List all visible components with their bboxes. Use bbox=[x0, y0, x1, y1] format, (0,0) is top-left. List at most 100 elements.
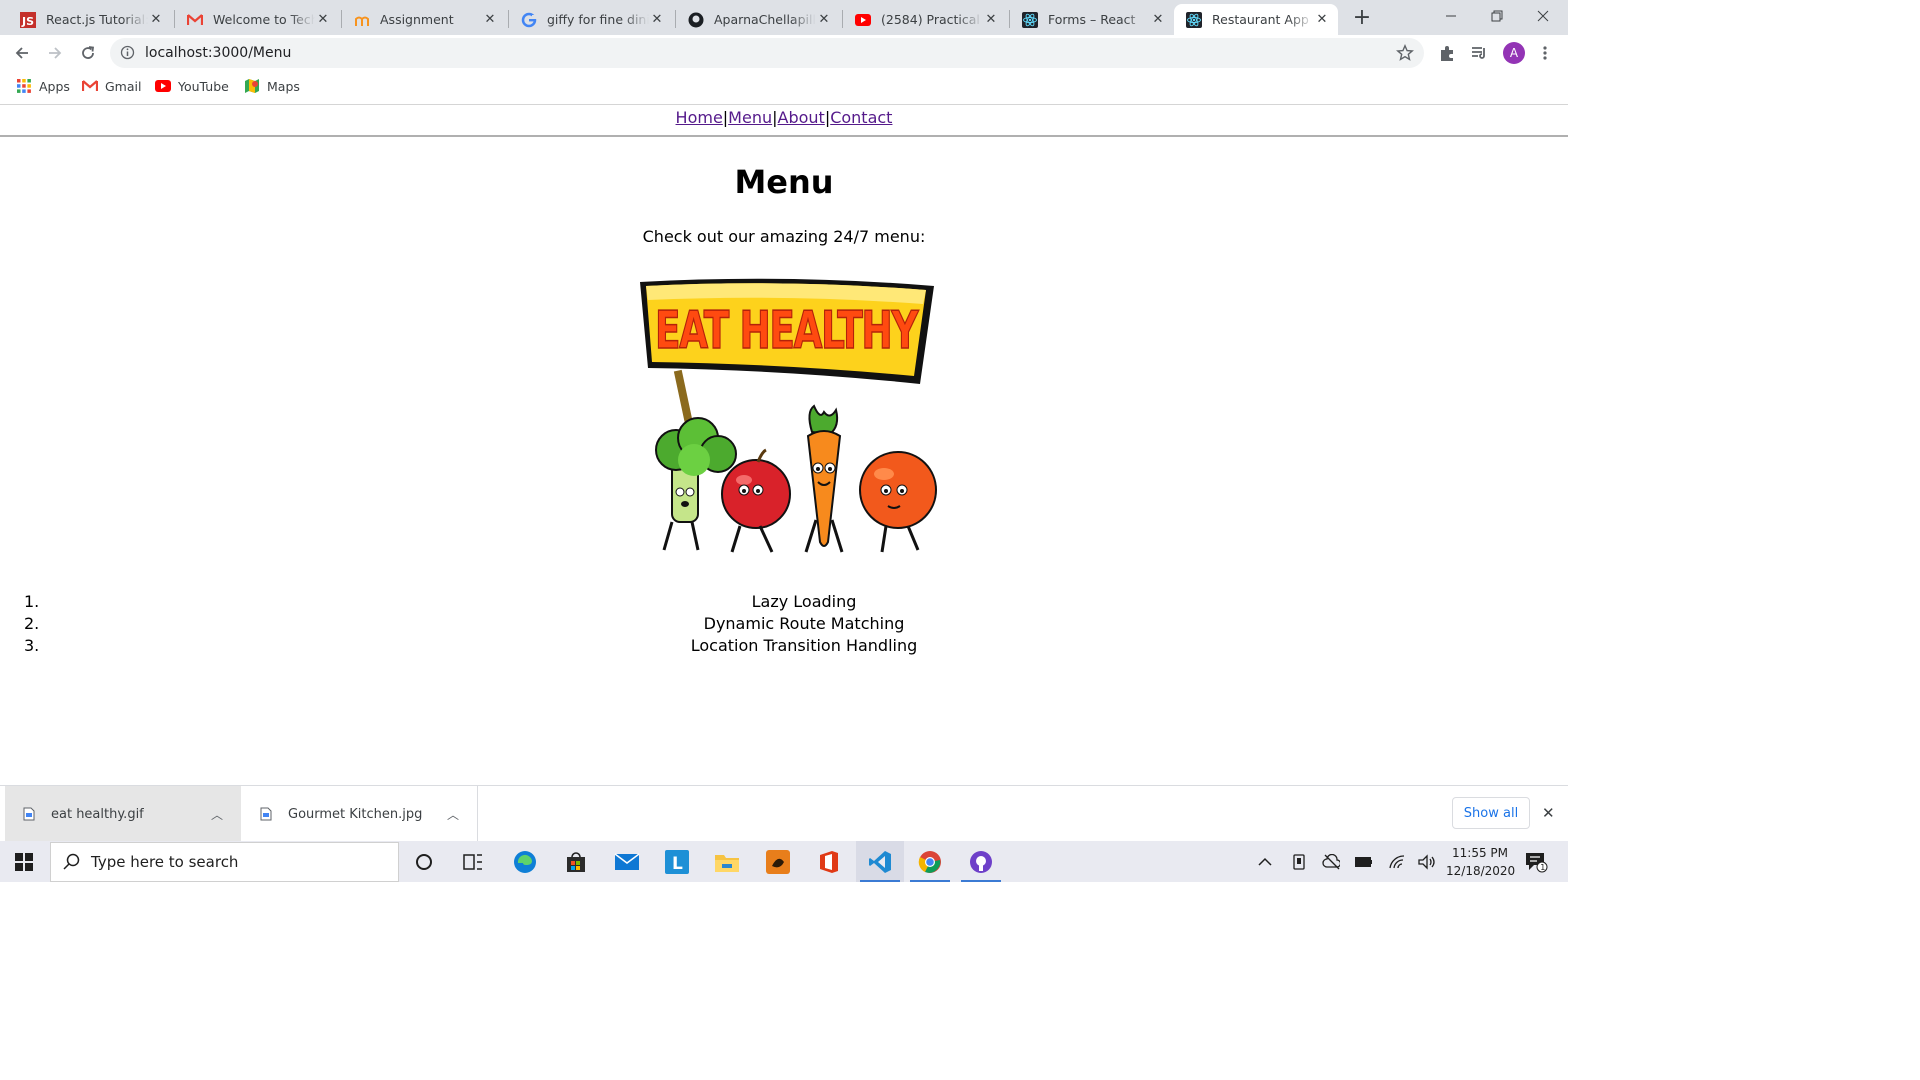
tab-title: giffy for fine dining bbox=[547, 12, 649, 27]
taskbar-search-box[interactable]: Type here to search bbox=[50, 842, 399, 882]
wifi-icon[interactable] bbox=[1388, 853, 1406, 871]
download-filename: eat healthy.gif bbox=[51, 806, 144, 822]
close-icon[interactable]: ✕ bbox=[1150, 12, 1166, 27]
close-icon[interactable]: ✕ bbox=[1314, 12, 1330, 27]
action-center-button[interactable]: 1 bbox=[1524, 851, 1548, 877]
tab-youtube[interactable]: (2584) Practical Re ✕ bbox=[843, 4, 1007, 35]
tab-title: Assignment bbox=[380, 12, 454, 27]
close-icon[interactable]: ✕ bbox=[816, 12, 832, 27]
downloads-bar: eat healthy.gif ︿ Gourmet Kitchen.jpg ︿ … bbox=[0, 785, 1568, 842]
bookmark-apps[interactable]: Apps bbox=[16, 78, 70, 94]
taskbar-app-orange[interactable] bbox=[754, 841, 802, 882]
show-hidden-icons-chevron-up-icon[interactable] bbox=[1256, 853, 1274, 871]
download-item[interactable]: Gourmet Kitchen.jpg ︿ bbox=[242, 786, 478, 842]
device-tray-icon[interactable] bbox=[1290, 853, 1308, 871]
chevron-up-icon[interactable]: ︿ bbox=[447, 806, 459, 823]
close-icon[interactable]: ✕ bbox=[482, 12, 498, 27]
taskbar-office[interactable] bbox=[805, 841, 853, 882]
new-tab-button[interactable]: + bbox=[1350, 7, 1374, 31]
search-icon bbox=[63, 853, 80, 870]
mail-icon bbox=[614, 852, 640, 870]
taskbar-chrome[interactable] bbox=[906, 841, 954, 882]
taskbar-clock[interactable]: 11:55 PM 12/18/2020 bbox=[1446, 844, 1515, 880]
orange-character bbox=[859, 451, 937, 553]
tab-assignment[interactable]: Assignment ✕ bbox=[342, 4, 506, 35]
cloud-offline-icon[interactable] bbox=[1322, 853, 1340, 871]
tab-title: Welcome to Tech Tr bbox=[213, 12, 315, 27]
close-icon[interactable]: ✕ bbox=[1542, 804, 1555, 822]
bookmark-maps[interactable]: Maps bbox=[244, 78, 300, 94]
extensions-puzzle-icon[interactable] bbox=[1437, 43, 1457, 63]
reload-icon bbox=[82, 46, 95, 59]
forward-button[interactable] bbox=[42, 40, 68, 66]
file-icon bbox=[23, 807, 35, 821]
list-item-number: 1. bbox=[24, 592, 40, 611]
close-icon[interactable]: ✕ bbox=[983, 12, 999, 27]
bookmarks-bar: Apps Gmail YouTube Maps bbox=[0, 71, 1568, 105]
star-icon[interactable] bbox=[1396, 44, 1414, 66]
restore-button[interactable] bbox=[1474, 0, 1520, 32]
reload-button[interactable] bbox=[75, 40, 101, 66]
taskbar-github-desktop[interactable] bbox=[957, 841, 1005, 882]
more-menu-icon[interactable] bbox=[1535, 43, 1555, 63]
nav-link-home[interactable]: Home bbox=[676, 108, 723, 127]
windows-logo-icon bbox=[15, 852, 33, 871]
battery-icon[interactable] bbox=[1354, 853, 1372, 871]
taskbar-edge[interactable] bbox=[501, 841, 549, 882]
list-item-number: 3. bbox=[24, 636, 40, 655]
notification-count: 1 bbox=[1540, 863, 1545, 872]
download-filename: Gourmet Kitchen.jpg bbox=[288, 806, 423, 822]
download-item[interactable]: eat healthy.gif ︿ bbox=[5, 786, 241, 842]
back-button[interactable] bbox=[9, 40, 35, 66]
taskbar-mail[interactable] bbox=[603, 841, 651, 882]
vscode-icon bbox=[869, 850, 891, 873]
notification-icon: 1 bbox=[1526, 853, 1548, 873]
bookmark-gmail[interactable]: Gmail bbox=[82, 78, 141, 94]
tab-strip: JS React.js Tutorial: The ✕ Welcome to T… bbox=[0, 0, 1568, 35]
list-item-number: 2. bbox=[24, 614, 40, 633]
tab-giffy[interactable]: giffy for fine dining ✕ bbox=[509, 4, 673, 35]
edge-icon bbox=[514, 850, 536, 873]
browser-toolbar: localhost:3000/Menu bbox=[0, 35, 1568, 71]
orange-app-icon bbox=[766, 849, 790, 874]
taskbar-app-l[interactable]: L bbox=[653, 841, 701, 882]
youtube-icon bbox=[855, 12, 871, 28]
minimize-button[interactable] bbox=[1428, 0, 1474, 32]
tab-forms-react[interactable]: Forms – React ✕ bbox=[1010, 4, 1174, 35]
nav-link-about[interactable]: About bbox=[778, 108, 825, 127]
media-queue-icon[interactable] bbox=[1469, 43, 1489, 63]
close-icon[interactable]: ✕ bbox=[649, 12, 665, 27]
tab-react-tutorial[interactable]: JS React.js Tutorial: The ✕ bbox=[8, 4, 172, 35]
task-view-button[interactable] bbox=[449, 841, 497, 882]
windows-start-button[interactable] bbox=[0, 841, 48, 882]
maps-icon bbox=[244, 78, 260, 94]
close-window-button[interactable] bbox=[1520, 0, 1566, 32]
profile-avatar[interactable]: A bbox=[1503, 42, 1525, 64]
windows-taskbar: Type here to search L 11:55 PM 12/18/202… bbox=[0, 841, 1568, 882]
info-icon[interactable] bbox=[120, 45, 135, 64]
bookmark-label: Maps bbox=[267, 78, 300, 94]
page-viewport: Home|Menu|About|Contact Menu Check out o… bbox=[0, 105, 1568, 785]
google-icon bbox=[521, 12, 537, 28]
tab-restaurant-app[interactable]: Restaurant App ✕ bbox=[1174, 4, 1338, 35]
list-item: 1. Lazy Loading bbox=[0, 591, 1568, 613]
address-bar[interactable]: localhost:3000/Menu bbox=[110, 38, 1424, 68]
volume-icon[interactable] bbox=[1418, 853, 1436, 871]
bookmark-youtube[interactable]: YouTube bbox=[155, 78, 229, 94]
chevron-up-icon[interactable]: ︿ bbox=[211, 806, 223, 823]
svg-text:JS: JS bbox=[21, 15, 34, 28]
cortana-button[interactable] bbox=[400, 841, 448, 882]
taskbar-vscode[interactable] bbox=[856, 841, 904, 882]
taskbar-store[interactable] bbox=[552, 841, 600, 882]
carrot-character bbox=[804, 404, 844, 553]
close-icon[interactable]: ✕ bbox=[315, 12, 331, 27]
nav-link-contact[interactable]: Contact bbox=[830, 108, 892, 127]
taskbar-file-explorer[interactable] bbox=[703, 841, 751, 882]
tab-github[interactable]: AparnaChellapilla/ ✕ bbox=[676, 4, 840, 35]
url-text[interactable]: localhost:3000/Menu bbox=[145, 45, 291, 61]
tab-welcome-tech[interactable]: Welcome to Tech Tr ✕ bbox=[175, 4, 339, 35]
close-icon[interactable]: ✕ bbox=[148, 12, 164, 27]
chrome-icon bbox=[918, 850, 941, 873]
show-all-button[interactable]: Show all bbox=[1452, 797, 1530, 829]
nav-link-menu[interactable]: Menu bbox=[728, 108, 772, 127]
